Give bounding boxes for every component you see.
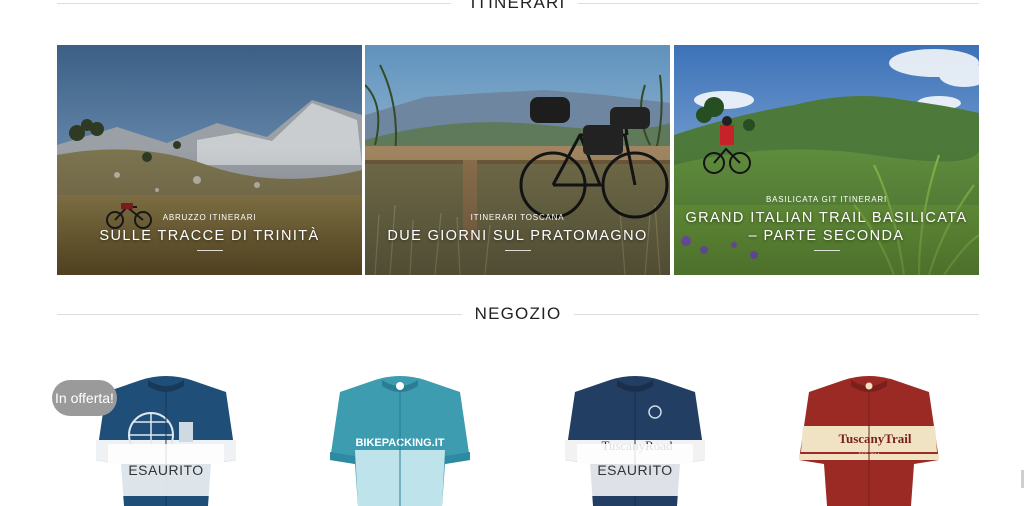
itinerary-title[interactable]: GRAND ITALIAN TRAIL BASILICATA – PARTE S… xyxy=(684,209,969,245)
itinerary-category[interactable]: ABRUZZO ITINERARI xyxy=(57,213,362,222)
product-card-jersey-2[interactable]: BIKEPACKING.IT xyxy=(320,370,480,506)
itinerary-card-toscana[interactable]: ITINERARI TOSCANA DUE GIORNI SUL PRATOMA… xyxy=(365,45,670,275)
itinerary-card-basilicata[interactable]: BASILICATA GIT ITINERARI GRAND ITALIAN T… xyxy=(674,45,979,275)
jersey-image: TuscanyTrail EST. 2014 xyxy=(799,376,939,506)
itinerary-category[interactable]: BASILICATA GIT ITINERARI xyxy=(674,195,979,204)
section-title-negozio: NEGOZIO xyxy=(461,304,575,323)
section-header-itinerari: ITINERARI xyxy=(57,0,979,13)
section-header-negozio: NEGOZIO xyxy=(57,304,979,324)
jersey-image: BIKEPACKING.IT xyxy=(330,376,470,506)
itinerary-title[interactable]: DUE GIORNI SUL PRATOMAGNO xyxy=(375,227,660,245)
itinerary-cards: ABRUZZO ITINERARI SULLE TRACCE DI TRINIT… xyxy=(57,45,979,275)
title-underline xyxy=(196,250,223,251)
product-card-jersey-4[interactable]: TuscanyTrail EST. 2014 xyxy=(789,370,949,506)
section-title-itinerari: ITINERARI xyxy=(457,0,579,12)
product-grid: ESAURITO BIKEPACKING.IT TuscanyRoad ESAU… xyxy=(0,370,1024,506)
title-underline xyxy=(504,250,531,251)
itinerary-title[interactable]: SULLE TRACCE DI TRINITÀ xyxy=(67,227,352,245)
jersey-print-text: TuscanyTrail xyxy=(839,431,912,446)
product-card-jersey-3[interactable]: TuscanyRoad ESAURITO xyxy=(555,370,715,506)
sale-badge: In offerta! xyxy=(52,380,117,416)
sold-out-label: ESAURITO xyxy=(108,444,224,496)
sold-out-label: ESAURITO xyxy=(577,444,693,496)
itinerary-category[interactable]: ITINERARI TOSCANA xyxy=(365,213,670,222)
itinerary-card-abruzzo[interactable]: ABRUZZO ITINERARI SULLE TRACCE DI TRINIT… xyxy=(57,45,362,275)
title-underline xyxy=(813,250,840,251)
